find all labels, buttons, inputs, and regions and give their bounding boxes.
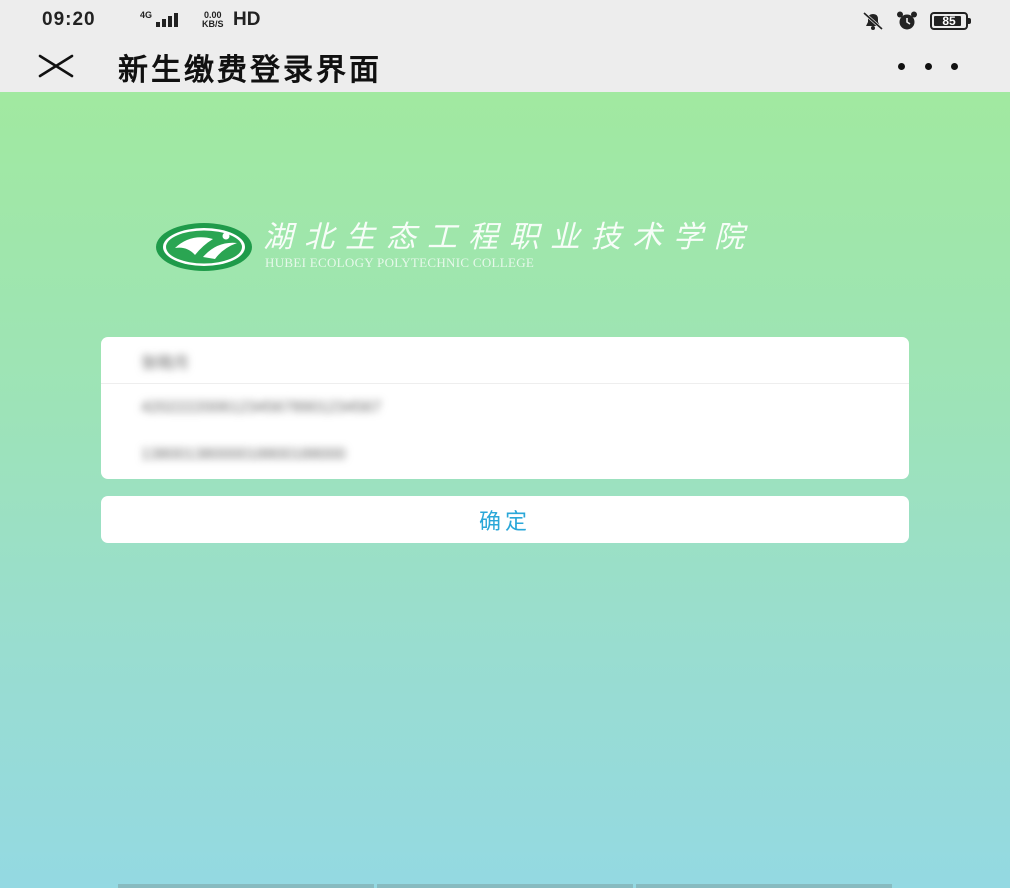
college-logo: 湖北生态工程职业技术学院 HUBEI ECOLOGY POLYTECHNIC C… [155, 222, 855, 272]
name-row [101, 337, 909, 384]
close-button[interactable] [36, 48, 76, 84]
phone-row [101, 431, 909, 478]
login-content: 湖北生态工程职业技术学院 HUBEI ECOLOGY POLYTECHNIC C… [0, 92, 1010, 888]
hd-label: HD [233, 9, 261, 30]
signal-icon [156, 12, 178, 27]
page-title: 新生缴费登录界面 [118, 53, 382, 88]
status-right-icons: 85 [862, 10, 971, 32]
name-input[interactable] [141, 349, 841, 373]
more-button[interactable] [898, 54, 958, 78]
close-icon [38, 54, 74, 78]
college-name-en: HUBEI ECOLOGY POLYTECHNIC COLLEGE [265, 255, 535, 270]
college-emblem-icon [156, 223, 252, 271]
id-row [101, 384, 909, 431]
title-bar: 新生缴费登录界面 [0, 40, 1010, 92]
battery-icon: 85 [930, 12, 971, 30]
battery-level: 85 [942, 14, 956, 28]
bottom-tab-strip [118, 884, 892, 888]
network-speed-unit: KB/S [202, 19, 224, 29]
bottom-tab-2[interactable] [377, 884, 633, 888]
status-bar: 09:20 4G 0.00 KB/S HD 85 [0, 0, 1010, 40]
bottom-tab-1[interactable] [118, 884, 374, 888]
network-type-label: 4G [140, 10, 153, 20]
login-form [101, 337, 909, 479]
confirm-button[interactable]: 确定 [101, 496, 909, 543]
bottom-tab-3[interactable] [636, 884, 892, 888]
phone-input[interactable] [141, 443, 841, 467]
network-speed: 0.00 KB/S [202, 11, 224, 29]
status-time: 09:20 [42, 9, 96, 30]
mute-icon [863, 11, 883, 31]
alarm-icon [897, 11, 917, 30]
id-number-input[interactable] [141, 396, 841, 420]
college-name-zh: 湖北生态工程职业技术学院 [263, 220, 755, 255]
more-icon [898, 62, 905, 70]
